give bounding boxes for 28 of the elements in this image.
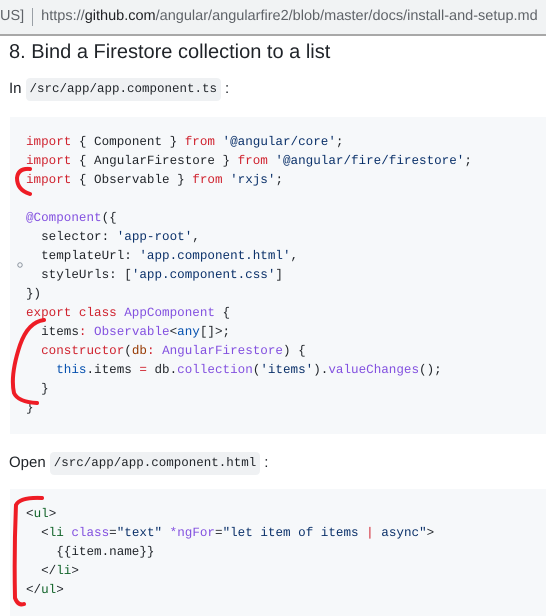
code-line: constructor(db: AngularFirestore) {: [40, 342, 307, 360]
intro-text: Open: [9, 452, 46, 473]
code-line: </ul>: [26, 582, 65, 598]
code-line: import { Observable } from 'rxjs';: [26, 172, 284, 189]
inline-code: /src/app/app.component.html: [50, 452, 260, 474]
code-line: import { Component } from '@angular/core';: [26, 134, 344, 151]
punctuation-text: :: [225, 79, 230, 100]
code-line: import { AngularFirestore } from '@angular/fire/firestore';: [26, 152, 473, 170]
bullet-icon: [17, 262, 23, 268]
inline-code: /src/app/app.component.ts: [26, 78, 222, 101]
code-line: export class AppComponent {: [26, 304, 232, 322]
code-line: }: [40, 380, 50, 398]
code-line: selector: 'app-root',: [40, 228, 201, 246]
code-line: styleUrls: ['app.component.css']: [40, 266, 284, 284]
punctuation-text: :: [264, 452, 268, 473]
section-heading: 8. Bind a Firestore collection to a list: [8, 40, 332, 64]
code-line: <ul>: [26, 506, 58, 522]
code-line: @Component({: [26, 210, 118, 227]
code-line: {{item.name}}: [55, 544, 156, 560]
site-label: US]: [0, 7, 24, 26]
code-line: templateUrl: 'app.component.html',: [40, 248, 300, 265]
address-url[interactable]: https://github.com/angular/angularfire2/blob/master/docs/install-and-setup.md: [41, 6, 538, 28]
code-line: }): [26, 286, 42, 303]
code-line: </li>: [40, 562, 80, 580]
intro-text: In: [9, 79, 22, 100]
code-line: <li class="text" *ngFor="let item of items | async">: [40, 524, 436, 542]
code-line: items: Observable<any[]>;: [40, 324, 232, 341]
code-line: this.items = db.collection('items').valueChanges();: [55, 362, 443, 379]
